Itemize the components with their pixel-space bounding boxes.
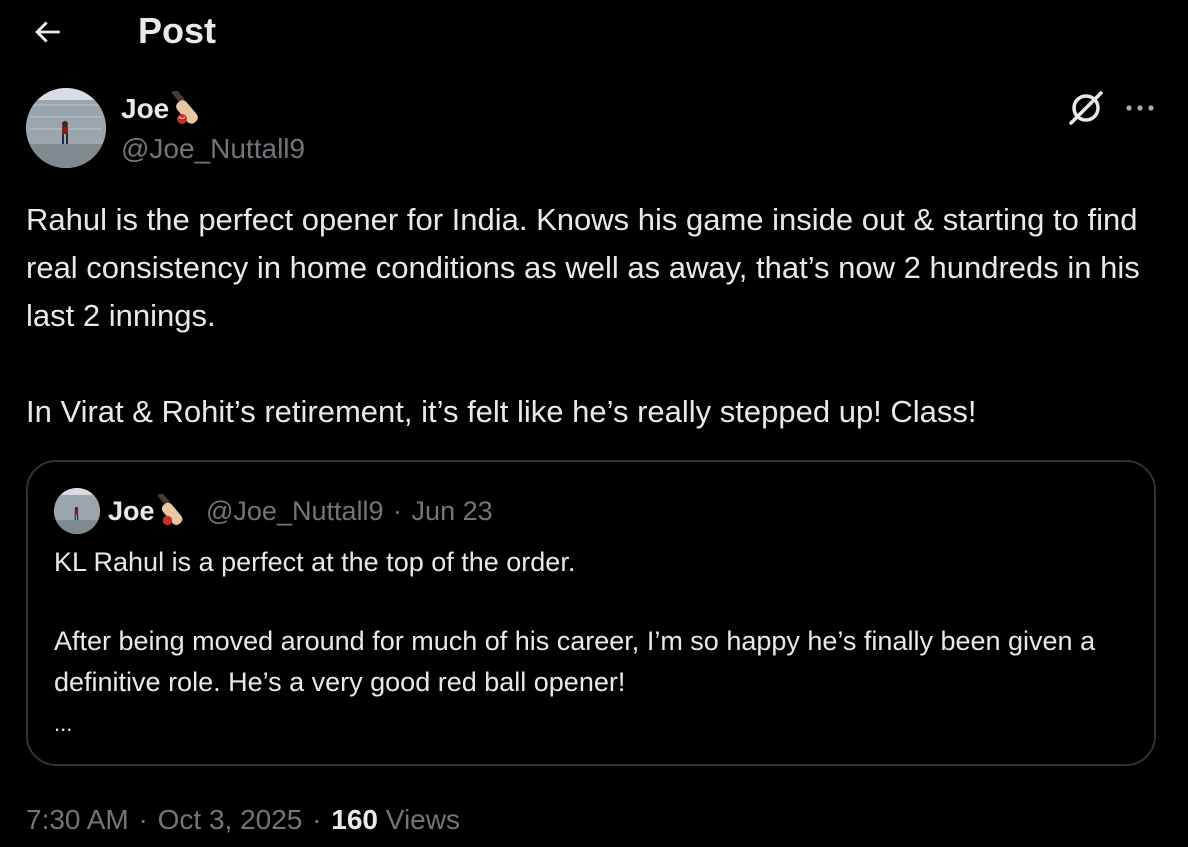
quoted-meta: @Joe_Nuttall9 · Jun 23 (206, 494, 493, 528)
post-date[interactable]: Oct 3, 2025 (158, 804, 303, 835)
views-label: Views (385, 804, 460, 835)
separator: · (138, 804, 148, 835)
author-name[interactable]: Joe (121, 91, 209, 126)
page-title: Post (138, 10, 217, 51)
quoted-paragraph: After being moved around for much of his… (54, 626, 1096, 697)
post-page: Post Joe @Joe_Nuttall9 Rahul is the perf… (0, 0, 1188, 847)
post-paragraph: In Virat & Rohit’s retirement, it’s felt… (26, 394, 977, 429)
arrow-left-icon (35, 21, 60, 43)
post-time[interactable]: 7:30 AM (26, 804, 129, 835)
grok-icon (1069, 91, 1103, 125)
grok-button[interactable] (1066, 88, 1106, 128)
views-count: 160 (331, 804, 378, 835)
quoted-ellipsis: ... (54, 711, 73, 736)
quoted-author-name-text: Joe (108, 495, 155, 526)
quoted-paragraph: KL Rahul is a perfect at the top of the … (54, 547, 576, 577)
separator: · (312, 804, 322, 835)
back-button[interactable] (26, 11, 68, 53)
quoted-body: KL Rahul is a perfect at the top of the … (54, 542, 1144, 703)
author-name-text: Joe (121, 93, 170, 124)
more-options-button[interactable] (1120, 88, 1160, 128)
avatar-photo (54, 488, 100, 534)
post-body: Rahul is the perfect opener for India. K… (26, 196, 1146, 436)
quoted-author-name: Joe (108, 494, 193, 528)
quoted-author-handle: @Joe_Nuttall9 (206, 496, 384, 526)
more-dots-icon (1126, 105, 1154, 111)
post-paragraph: Rahul is the perfect opener for India. K… (26, 202, 1140, 333)
cricket-bat-icon (157, 494, 183, 526)
post-meta: 7:30 AM · Oct 3, 2025 · 160 Views (26, 802, 460, 838)
cricket-bat-icon (172, 91, 199, 124)
author-handle[interactable]: @Joe_Nuttall9 (121, 132, 305, 166)
avatar-photo (26, 88, 106, 168)
quoted-post-card[interactable]: Joe @Joe_Nuttall9 · Jun 23 KL Rahul is a… (26, 460, 1156, 766)
separator: · (393, 496, 403, 526)
quoted-author-avatar (54, 488, 100, 534)
author-avatar[interactable] (26, 88, 106, 168)
top-bar: Post (0, 0, 1188, 62)
quoted-date: Jun 23 (411, 496, 493, 526)
